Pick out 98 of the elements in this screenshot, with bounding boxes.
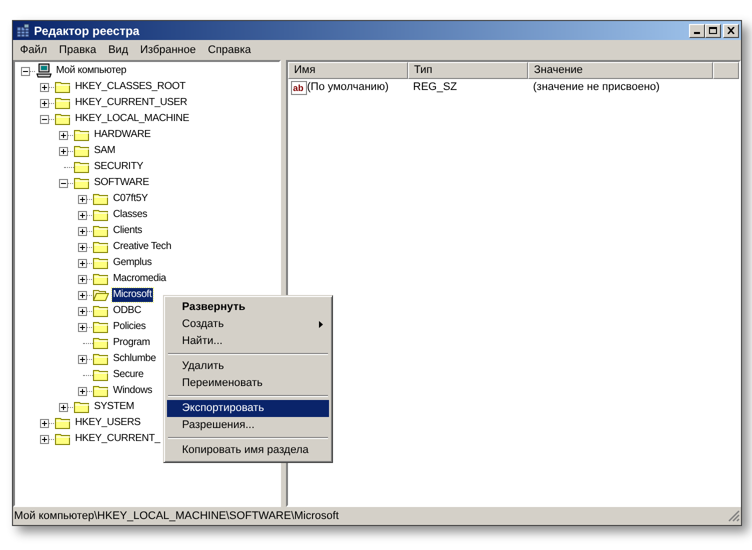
folder-icon [55,96,71,110]
tree-item[interactable]: SOFTWARE [93,176,150,190]
maximize-icon [709,27,717,34]
collapse-icon[interactable] [40,114,49,124]
folder-icon [93,368,109,382]
column-header[interactable]: Значение [528,62,713,79]
menu-option[interactable]: Создать [167,316,329,333]
tree-item[interactable]: Gemplus [112,256,153,270]
tree-item[interactable]: HKEY_USERS [74,416,142,430]
menu-item[interactable]: Вид [102,42,134,58]
expand-icon[interactable] [78,210,87,220]
folder-icon [93,240,109,254]
folder-icon [93,352,109,366]
tree-item[interactable]: SAM [93,144,116,158]
expand-icon[interactable] [78,226,87,236]
folder-icon [55,112,71,126]
tree-item[interactable]: Мой компьютер [55,64,128,78]
menu-option[interactable]: Удалить [167,358,329,375]
tree-item[interactable]: Secure [112,368,144,382]
close-icon [727,27,735,34]
computer-icon [36,63,52,79]
menu-item[interactable]: Правка [53,42,102,58]
column-header[interactable]: Тип [408,62,528,79]
folder-icon [93,336,109,350]
table-cell-text: (значение не присвоено) [532,80,661,96]
tree-item[interactable]: Windows [112,384,154,398]
menu-option[interactable]: Развернуть [167,299,329,316]
menu-option[interactable]: Разрешения... [167,417,329,434]
folder-icon [55,416,71,430]
minimize-button[interactable] [689,24,705,38]
folder-icon [74,128,90,142]
expand-icon[interactable] [59,146,68,156]
tree-item[interactable]: Program [112,336,151,350]
folder-icon [93,304,109,318]
menu-option[interactable]: Экспортировать [167,400,329,417]
expand-icon[interactable] [78,322,87,332]
tree-item[interactable]: ODBC [112,304,142,318]
folder-icon [93,224,109,238]
collapse-icon[interactable] [59,178,68,188]
status-text: Мой компьютер\HKEY_LOCAL_MACHINE\SOFTWARE\Microsoft [13,508,339,524]
collapse-icon[interactable] [21,66,30,76]
expand-icon[interactable] [78,274,87,284]
expand-icon[interactable] [40,82,49,92]
expand-icon[interactable] [78,258,87,268]
expand-icon[interactable] [78,242,87,252]
folder-icon [93,384,109,398]
tree-item[interactable]: HARDWARE [93,128,152,142]
expand-icon[interactable] [78,386,87,396]
tree-item[interactable]: HKEY_CURRENT_USER [74,96,188,110]
tree-item[interactable]: SECURITY [93,160,144,174]
tree-item[interactable]: Creative Tech [112,240,172,254]
tree-item[interactable]: Policies [112,320,147,334]
menu-item[interactable]: Файл [14,42,54,58]
folder-icon [55,432,71,446]
menu-item[interactable]: Справка [202,42,258,58]
menu-option[interactable]: Копировать имя раздела [167,442,329,459]
table-cell-text: (По умолчанию) [307,80,389,96]
table-cell-text: REG_SZ [412,80,458,96]
menu-option[interactable]: Переименовать [167,375,329,392]
tree-item[interactable]: HKEY_LOCAL_MACHINE [74,112,190,126]
tree-item[interactable]: Macromedia [112,272,168,286]
tree-item[interactable]: Schlumbe [112,352,157,366]
registry-editor-icon [15,22,31,38]
folder-icon [74,160,90,174]
folder-icon [93,256,109,270]
folder-icon [74,176,90,190]
close-button[interactable] [723,24,739,38]
menu-item[interactable]: Избранное [134,42,202,58]
string-value-icon: ab [291,80,307,94]
expand-icon[interactable] [40,98,49,108]
expand-icon[interactable] [59,402,68,412]
tree-item[interactable]: SYSTEM [93,400,136,414]
tree-item[interactable]: HKEY_CLASSES_ROOT [74,80,186,94]
tree-item[interactable]: HKEY_CURRENT_ [74,432,161,446]
folder-icon [74,400,90,414]
expand-icon[interactable] [78,306,87,316]
folder-icon [93,208,109,222]
expand-icon[interactable] [78,194,87,204]
menu-option[interactable]: Найти... [167,333,329,350]
expand-icon[interactable] [59,130,68,140]
resize-grip-icon[interactable] [728,510,740,522]
column-header[interactable]: Имя [288,62,408,79]
folder-icon [74,144,90,158]
maximize-button[interactable] [705,24,721,38]
folder-icon [93,320,109,334]
expand-icon[interactable] [40,434,49,444]
folder-icon [55,80,71,94]
tree-item[interactable]: Classes [112,208,148,222]
tree-item[interactable]: C07ft5Y [112,192,149,206]
window-title: Редактор реестра [34,22,140,40]
expand-icon[interactable] [78,354,87,364]
tree-item[interactable]: Clients [112,224,144,238]
folder-icon [93,272,109,286]
expand-icon[interactable] [40,418,49,428]
expand-icon[interactable] [78,290,87,300]
open-folder-icon [93,288,109,302]
tree-item[interactable]: Microsoft [112,288,153,302]
folder-icon [93,192,109,206]
